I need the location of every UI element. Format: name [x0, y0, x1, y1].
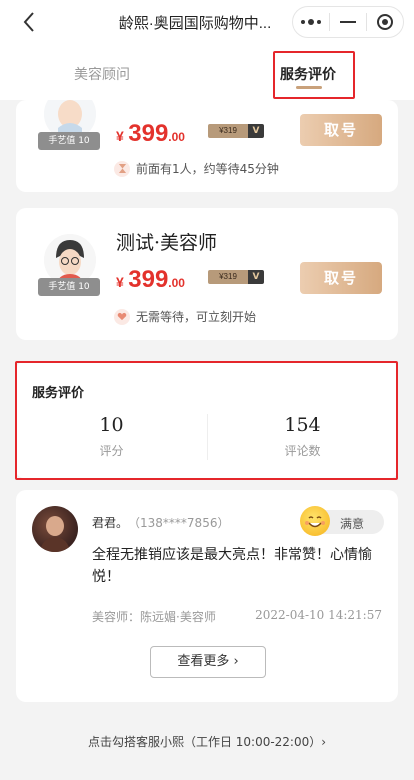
heart-icon — [114, 308, 130, 325]
minus-icon — [339, 21, 356, 23]
nav-bar: 龄熙·奥园国际购物中... — [0, 0, 414, 44]
reviewer-info: 君君。 （138****7856） — [92, 514, 229, 531]
more-button[interactable] — [293, 7, 329, 37]
staff-avatar: 手艺值 10 — [38, 234, 100, 296]
more-dots-icon — [301, 19, 321, 25]
reviewer-name: 君君。 — [92, 516, 129, 530]
smile-emoji-icon — [300, 506, 330, 536]
close-program-button[interactable] — [367, 7, 403, 37]
skill-level-tag: 手艺值 10 — [38, 132, 100, 150]
reviewer-phone: （138****7856） — [134, 516, 230, 530]
staff-price: ¥ 399.00 — [116, 120, 185, 147]
vip-price-tag: ¥319 V — [208, 270, 264, 284]
staff-card: 手艺值 10 ¥ 399.00 ¥319 V 取号 前面有1人，约等待45分钟 — [16, 100, 398, 192]
wait-status: 前面有1人，约等待45分钟 — [114, 160, 279, 177]
target-icon — [376, 14, 393, 30]
take-number-button[interactable]: 取号 — [300, 262, 382, 294]
review-card: 君君。 （138****7856） 满意 全程无推销应该是最大亮点！非常赞！心情愉… — [16, 490, 398, 702]
wait-status: 无需等待，可立刻开始 — [114, 308, 256, 325]
hourglass-icon — [114, 160, 130, 177]
staff-price: ¥ 399.00 — [116, 266, 185, 293]
highlight-box-rating — [15, 361, 398, 480]
minimize-button[interactable] — [330, 7, 366, 37]
reviewer-avatar — [32, 506, 78, 552]
page-title: 龄熙·奥园国际购物中... — [118, 15, 272, 32]
highlight-box-tab — [273, 51, 355, 99]
review-time: 2022-04-10 14:21:57 — [255, 608, 382, 622]
staff-name: 测试·美容师 — [116, 232, 218, 254]
staff-card: 手艺值 10 测试·美容师 ¥ 399.00 ¥319 V 取号 无需等待，可立… — [16, 208, 398, 340]
staff-avatar: 手艺值 10 — [38, 100, 100, 150]
mini-program-capsule — [292, 6, 404, 38]
vip-price-tag: ¥319 V — [208, 124, 264, 138]
customer-service-link[interactable]: 点击勾搭客服小熙（工作日 10:00-22:00）› — [0, 733, 414, 750]
review-staff: 美容师：陈远媚·美容师 — [92, 610, 216, 624]
tab-beauty-consultant[interactable]: 美容顾问 — [74, 64, 130, 84]
satisfaction-badge: 满意 — [300, 506, 384, 536]
view-more-button[interactable]: 查看更多 › — [150, 646, 266, 678]
chevron-left-icon — [23, 12, 34, 32]
skill-level-tag: 手艺值 10 — [38, 278, 100, 296]
review-text: 全程无推销应该是最大亮点！非常赞！心情愉悦！ — [92, 547, 372, 585]
back-button[interactable] — [18, 8, 42, 36]
take-number-button[interactable]: 取号 — [300, 114, 382, 146]
